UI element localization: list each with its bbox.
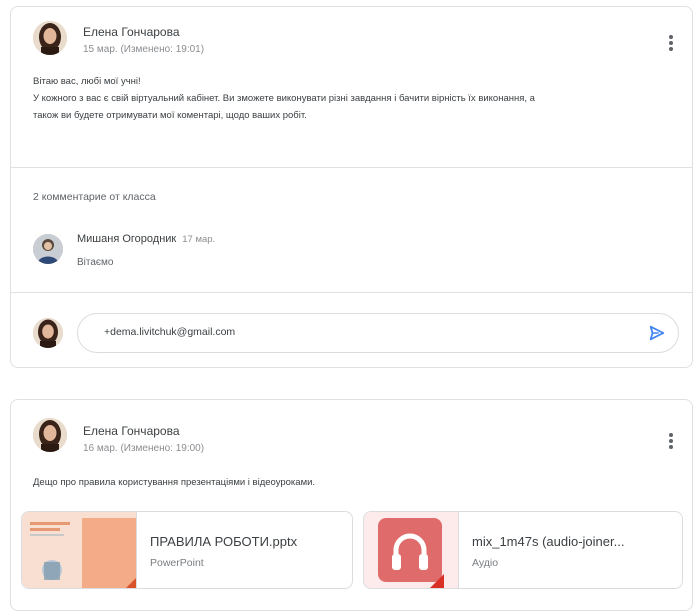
comment-date: 17 мар. <box>182 234 216 245</box>
post-line: також ви будете отримувати мої коментарі… <box>33 110 307 121</box>
post-date: 15 мар. (Изменено: 19:01) <box>83 44 205 55</box>
more-options-icon[interactable] <box>664 33 678 55</box>
comment-input-value[interactable]: +dema.livitchuk@gmail.com <box>104 326 235 338</box>
audio-thumbnail <box>364 512 459 588</box>
attachment-name: mix_1m47s (audio-joiner... <box>472 534 625 549</box>
post-body: Вітаю вас, любі мої учні! У кожного з ва… <box>33 73 535 124</box>
attachment-type: PowerPoint <box>150 557 204 569</box>
post-card-1: Елена Гончарова 15 мар. (Изменено: 19:01… <box>10 6 693 368</box>
post-card-2: Елена Гончарова 16 мар. (Изменено: 19:00… <box>10 399 693 611</box>
classroom-stream: Елена Гончарова 15 мар. (Изменено: 19:01… <box>0 0 694 614</box>
author-name[interactable]: Елена Гончарова <box>83 424 180 438</box>
post-line: У кожного з вас є свій віртуальний кабін… <box>33 93 535 104</box>
class-comments-link[interactable]: 2 комментарие от класса <box>33 191 156 203</box>
class-comment-input[interactable]: +dema.livitchuk@gmail.com <box>77 313 679 353</box>
attachment-name: ПРАВИЛА РОБОТИ.pptx <box>150 534 298 549</box>
commenter-avatar <box>33 234 63 264</box>
comment-text: Вітаємо <box>77 257 114 268</box>
post-line: Вітаю вас, любі мої учні! <box>33 76 141 87</box>
author-avatar[interactable] <box>33 418 67 452</box>
post-line: Дещо про правила користування презентаці… <box>33 477 316 488</box>
more-options-icon[interactable] <box>664 431 678 453</box>
comment-author-name[interactable]: Мишаня Огородник <box>77 233 176 245</box>
powerpoint-thumbnail <box>22 512 137 588</box>
current-user-avatar <box>33 318 63 348</box>
divider <box>11 292 692 293</box>
author-avatar[interactable] <box>33 21 67 55</box>
attachment-audio[interactable]: mix_1m47s (audio-joiner... Аудіо <box>363 511 683 589</box>
attachment-type: Аудіо <box>472 557 499 569</box>
divider <box>11 167 692 168</box>
post-date: 16 мар. (Изменено: 19:00) <box>83 443 205 454</box>
attachment-powerpoint[interactable]: ПРАВИЛА РОБОТИ.pptx PowerPoint <box>21 511 353 589</box>
send-icon[interactable] <box>648 324 666 342</box>
author-name[interactable]: Елена Гончарова <box>83 25 180 39</box>
post-body: Дещо про правила користування презентаці… <box>33 474 315 491</box>
comment-author: Мишаня Огородник 17 мар. <box>77 233 215 245</box>
